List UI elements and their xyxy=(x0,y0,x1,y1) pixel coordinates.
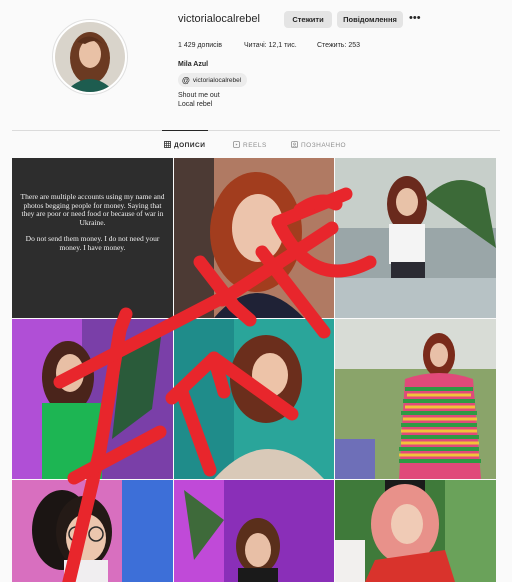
tab-posts[interactable]: ДОПИСИ xyxy=(164,141,205,150)
active-tab-indicator xyxy=(162,130,208,131)
post-image[interactable] xyxy=(12,480,173,582)
post-image[interactable] xyxy=(174,158,334,318)
post-image[interactable] xyxy=(12,319,173,479)
post-text-warning[interactable]: There are multiple accounts using my nam… xyxy=(12,158,173,318)
post-image[interactable] xyxy=(174,319,334,479)
tab-tagged[interactable]: ПОЗНАЧЕНО xyxy=(291,141,346,150)
bio-line-2: Local rebel xyxy=(178,101,213,108)
profile-username: victorialocalrebel xyxy=(178,13,260,25)
post-image[interactable] xyxy=(335,480,496,582)
tabs-divider xyxy=(12,130,500,131)
following-count[interactable]: Стежить: 253 xyxy=(317,42,360,49)
follow-button[interactable]: Стежити xyxy=(284,11,332,28)
avatar[interactable] xyxy=(52,19,128,95)
warning-paragraph-1: There are multiple accounts using my nam… xyxy=(20,192,165,227)
threads-badge[interactable]: @ victorialocalrebel xyxy=(178,73,248,87)
bio-line-1: Shout me out xyxy=(178,92,220,99)
profile-header: victorialocalrebel Стежити Повідомлення … xyxy=(0,0,512,130)
threads-icon: @ xyxy=(182,75,190,85)
tagged-icon xyxy=(291,141,298,150)
message-button[interactable]: Повідомлення xyxy=(337,11,403,28)
reels-icon xyxy=(233,141,240,150)
tab-reels[interactable]: REELS xyxy=(233,141,267,150)
threads-handle: victorialocalrebel xyxy=(192,76,242,84)
posts-grid: There are multiple accounts using my nam… xyxy=(12,158,496,582)
post-image[interactable] xyxy=(335,319,496,479)
post-image[interactable] xyxy=(174,480,334,582)
full-name: Mila Azul xyxy=(178,61,209,68)
post-image[interactable] xyxy=(335,158,496,318)
followers-count[interactable]: Читачі: 12,1 тис. xyxy=(244,42,297,49)
more-options-icon[interactable]: ••• xyxy=(409,12,421,24)
posts-count: 1 429 дописів xyxy=(178,42,222,49)
grid-icon xyxy=(164,141,171,150)
warning-paragraph-2: Do not send them money. I do not need yo… xyxy=(25,234,160,252)
